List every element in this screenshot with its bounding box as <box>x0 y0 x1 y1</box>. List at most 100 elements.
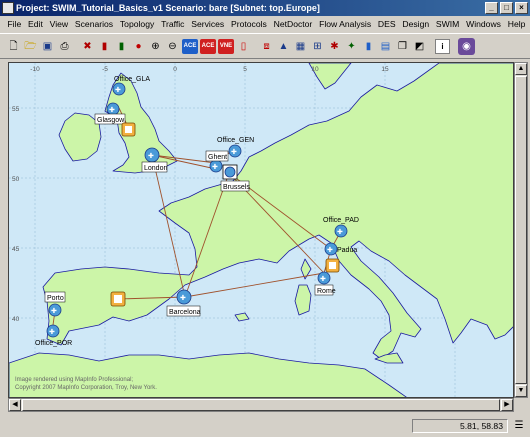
node-label-office-gla: Office_GLA <box>114 76 150 83</box>
maximize-button[interactable]: □ <box>500 2 513 14</box>
failure-device-icon[interactable]: ▮ <box>97 39 112 54</box>
triangle-icon[interactable]: ▲ <box>276 39 291 54</box>
lat-tick-label: 55 <box>12 106 20 113</box>
lat-tick-label: 45 <box>12 246 20 253</box>
svg-text:✚: ✚ <box>231 148 237 156</box>
svg-text:✚: ✚ <box>327 246 333 254</box>
menu-view[interactable]: View <box>46 19 71 29</box>
toolbar: 🗋 🗁 ▣ ⎙ ✖ ▮ ▮ ● ⊕ ⊖ ACE ACE VNE ▯ ⧈ ▲ ▦ … <box>0 33 530 59</box>
configure-icon[interactable]: ⧈ <box>259 39 274 54</box>
node-label-porto: Porto <box>47 295 64 302</box>
node-label-brussels: Brussels <box>223 184 250 191</box>
grid-icon[interactable]: ▦ <box>293 39 308 54</box>
menu-topology[interactable]: Topology <box>117 19 158 29</box>
node-label-rome: Rome <box>317 288 336 295</box>
map-copyright-line2: Copyright 2007 MapInfo Corporation, Troy… <box>15 385 157 391</box>
menu-des[interactable]: DES <box>375 19 399 29</box>
svg-text:✚: ✚ <box>337 228 343 236</box>
compare-icon[interactable]: ▤ <box>378 39 393 54</box>
title-bar: Project: SWIM_Tutorial_Basics_v1 Scenari… <box>0 0 530 16</box>
node-label-office-por: Office_POR <box>35 340 72 347</box>
menu-services[interactable]: Services <box>188 19 228 29</box>
menu-flow-analysis[interactable]: Flow Analysis <box>316 19 375 29</box>
vne-icon[interactable]: VNE <box>218 38 234 54</box>
network-icon[interactable]: ✦ <box>344 39 359 54</box>
window-controls: _ □ × <box>485 2 528 14</box>
map-canvas[interactable]: -10 -5 0 5 10 15 55 50 45 40 ✚ Office_GL… <box>8 62 514 398</box>
menu-edit[interactable]: Edit <box>25 19 47 29</box>
close-button[interactable]: × <box>515 2 528 14</box>
svg-text:✚: ✚ <box>51 307 57 315</box>
menu-bar: File Edit View Scenarios Topology Traffi… <box>0 16 530 31</box>
node-glasgow-switch[interactable] <box>121 122 136 137</box>
node-label-padua: Padua <box>337 247 357 254</box>
traffic-light-icon[interactable]: ▯ <box>236 39 251 54</box>
minimize-button[interactable]: _ <box>485 2 498 14</box>
menu-windows[interactable]: Windows <box>463 19 505 29</box>
app-icon[interactable] <box>2 2 14 14</box>
svg-text:✚: ✚ <box>320 275 326 283</box>
menu-netdoctor[interactable]: NetDoctor <box>270 19 315 29</box>
lon-tick-label: 15 <box>381 66 389 73</box>
vertical-scrollbar[interactable]: ▲ ▼ <box>514 62 528 398</box>
lat-tick-label: 40 <box>12 316 20 323</box>
menu-file[interactable]: File <box>4 19 25 29</box>
zoom-in-icon[interactable]: ⊕ <box>148 39 163 54</box>
menu-traffic[interactable]: Traffic <box>158 19 188 29</box>
windows-icon[interactable]: ❐ <box>395 39 410 54</box>
node-label-office-gen: Office_GEN <box>217 137 254 144</box>
lon-tick-label: -10 <box>30 66 40 73</box>
svg-text:✚: ✚ <box>148 152 154 160</box>
menu-scenarios[interactable]: Scenarios <box>72 19 117 29</box>
locate-icon[interactable]: ● <box>131 39 146 54</box>
menu-design[interactable]: Design <box>399 19 433 29</box>
lon-tick-label: 5 <box>243 66 247 73</box>
matrix-icon[interactable]: ⊞ <box>310 39 325 54</box>
new-project-icon[interactable]: 🗋 <box>6 39 21 54</box>
node-rome-switch[interactable] <box>325 258 340 273</box>
menu-swim[interactable]: SWIM <box>433 19 463 29</box>
scroll-left-button[interactable]: ◀ <box>9 399 21 411</box>
bar-chart-icon[interactable]: ▮ <box>361 39 376 54</box>
print-icon[interactable]: ⎙ <box>57 39 72 54</box>
delete-object-icon[interactable]: ✖ <box>80 39 95 54</box>
horizontal-scroll-thumb[interactable] <box>22 399 500 411</box>
node-label-glasgow: Glasgow <box>97 117 125 124</box>
map-copyright-line1: Image rendered using MapInfo Professiona… <box>15 377 133 383</box>
node-label-office-pad: Office_PAD <box>323 217 359 224</box>
lon-tick-label: 10 <box>311 66 319 73</box>
node-label-london: London <box>144 165 167 172</box>
menu-protocols[interactable]: Protocols <box>228 19 271 29</box>
graph-icon[interactable]: ◩ <box>412 39 427 54</box>
info-icon[interactable]: i <box>435 38 450 54</box>
scroll-right-button[interactable]: ▶ <box>501 399 513 411</box>
svg-text:✚: ✚ <box>109 106 115 114</box>
scroll-down-button[interactable]: ▼ <box>515 385 527 397</box>
menu-help[interactable]: Help <box>504 19 528 29</box>
help-globe-icon[interactable]: ◉ <box>458 37 475 55</box>
horizontal-scrollbar[interactable]: ◀ ▶ <box>8 398 514 412</box>
scroll-up-button[interactable]: ▲ <box>515 63 527 75</box>
vertical-scroll-thumb[interactable] <box>515 76 527 384</box>
svg-text:✚: ✚ <box>180 294 186 302</box>
status-message-icon[interactable]: ☰ <box>512 419 526 433</box>
node-porto-switch[interactable] <box>110 291 126 307</box>
lon-tick-label: 0 <box>173 66 177 73</box>
ace-plus-icon[interactable]: ACE <box>200 38 216 54</box>
save-icon[interactable]: ▣ <box>40 39 55 54</box>
node-label-ghent: Ghent <box>208 154 227 161</box>
node-label-barcelona: Barcelona <box>169 309 201 316</box>
ace-icon[interactable]: ACE <box>182 38 198 54</box>
svg-text:✚: ✚ <box>212 163 218 171</box>
flow-icon[interactable]: ✱ <box>327 39 342 54</box>
svg-text:✚: ✚ <box>115 86 121 94</box>
status-bar: 5.81, 58.83 ☰ <box>0 416 530 437</box>
status-coordinates: 5.81, 58.83 <box>412 419 508 433</box>
open-folder-icon[interactable]: 🗁 <box>23 39 38 54</box>
window-title: Project: SWIM_Tutorial_Basics_v1 Scenari… <box>16 3 320 13</box>
recover-device-icon[interactable]: ▮ <box>114 39 129 54</box>
lat-tick-label: 50 <box>12 176 20 183</box>
svg-text:✚: ✚ <box>49 328 55 336</box>
lon-tick-label: -5 <box>102 66 108 73</box>
zoom-out-icon[interactable]: ⊖ <box>165 39 180 54</box>
